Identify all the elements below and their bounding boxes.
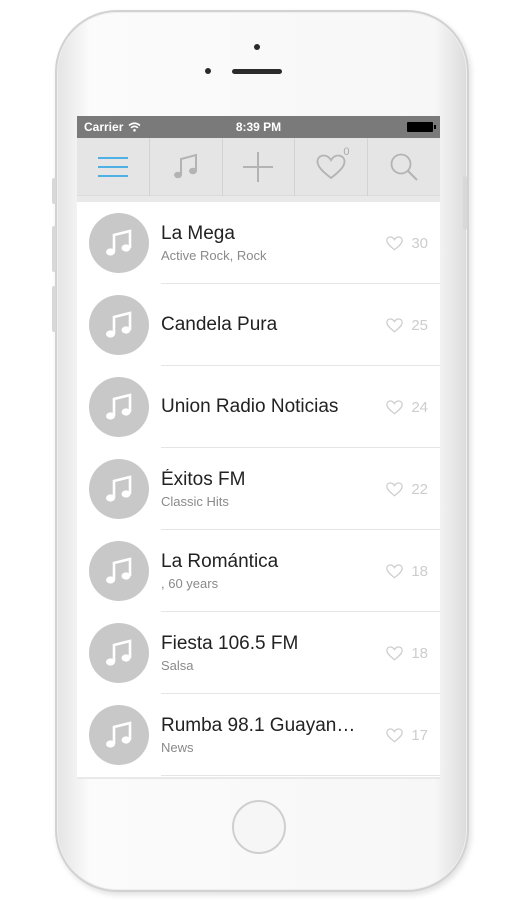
heart-icon [386,563,404,579]
mute-switch [52,178,56,204]
like-button[interactable]: 18 [362,645,440,662]
station-row[interactable]: Rumba 98.1 Guayana... News 17 [77,694,440,776]
music-note-icon [106,721,132,748]
station-artwork [89,213,149,273]
music-note-icon [106,393,132,420]
like-count: 25 [411,316,428,334]
station-name: Union Radio Noticias [161,396,339,417]
like-button[interactable]: 18 [362,563,440,580]
station-info: Fiesta 106.5 FM Salsa [161,633,362,673]
heart-icon [386,645,404,661]
like-count: 18 [411,644,428,662]
station-row[interactable]: Éxitos FM Classic Hits 22 [77,448,440,530]
like-button[interactable]: 22 [362,481,440,498]
earpiece-speaker [232,69,282,74]
power-button [463,176,467,230]
station-artwork [89,705,149,765]
like-button[interactable]: 25 [362,317,440,334]
station-name: Fiesta 106.5 FM [161,633,299,654]
heart-icon [386,399,404,415]
search-icon [390,153,418,181]
heart-icon [386,481,404,497]
stations-tab-button[interactable] [150,137,223,196]
like-count: 18 [411,562,428,580]
station-row[interactable]: Union Radio Noticias 24 [77,366,440,448]
music-note-icon [106,639,132,666]
station-genre: Active Rock, Rock [161,248,267,263]
music-note-icon [106,229,132,256]
favorites-button[interactable]: 0 [295,137,369,196]
home-button[interactable] [232,800,286,854]
station-genre: Classic Hits [161,494,229,509]
proximity-sensor [254,44,260,50]
station-info: Union Radio Noticias [161,396,362,418]
plus-icon [243,151,274,182]
status-bar: Carrier 8:39 PM [77,116,440,138]
wifi-icon [128,122,141,132]
like-button[interactable]: 17 [362,727,440,744]
menu-button[interactable] [77,137,150,196]
station-name: La Romántica [161,551,279,572]
heart-icon [386,727,404,743]
favorites-count-badge: 0 [343,145,350,158]
station-info: La Mega Active Rock, Rock [161,223,362,263]
music-note-icon [106,475,132,502]
station-row[interactable]: Candela Pura 25 [77,284,440,366]
station-genre: News [161,740,194,755]
heart-icon [316,154,346,179]
station-row[interactable]: La Romántica , 60 years 18 [77,530,440,612]
like-count: 22 [411,480,428,498]
app-screen: Carrier 8:39 PM 0 La Mega Active Rock, R… [77,116,440,779]
front-camera [205,68,211,74]
station-artwork [89,623,149,683]
station-artwork [89,541,149,601]
status-time: 8:39 PM [235,120,282,134]
music-note-icon [173,153,197,178]
station-genre: Salsa [161,658,194,673]
volume-up-button [52,226,56,272]
music-note-icon [106,311,132,338]
station-artwork [89,377,149,437]
menu-icon [97,156,128,177]
station-list: La Mega Active Rock, Rock 30 Candela Pura 25… [77,202,440,777]
station-name: La Mega [161,223,235,244]
toolbar: 0 [77,137,440,196]
add-station-button[interactable] [223,137,296,196]
station-genre: , 60 years [161,576,219,591]
station-name: Éxitos FM [161,469,246,490]
like-button[interactable]: 24 [362,399,440,416]
volume-down-button [52,286,56,332]
like-count: 30 [411,234,428,252]
search-button[interactable] [368,138,440,196]
station-info: La Romántica , 60 years [161,551,362,591]
station-info: Candela Pura [161,314,362,336]
like-count: 24 [411,398,428,416]
heart-icon [386,235,404,251]
carrier-label: Carrier [84,120,124,134]
station-artwork [89,295,149,355]
station-row[interactable]: Fiesta 106.5 FM Salsa 18 [77,612,440,694]
music-note-icon [106,557,132,584]
like-count: 17 [411,726,428,744]
station-name: Candela Pura [161,314,278,335]
station-info: Rumba 98.1 Guayana... News [161,715,362,755]
station-info: Éxitos FM Classic Hits [161,469,362,509]
battery-icon [406,122,436,132]
station-artwork [89,459,149,519]
heart-icon [386,317,404,333]
like-button[interactable]: 30 [362,235,440,252]
station-row[interactable]: La Mega Active Rock, Rock 30 [77,202,440,284]
station-name: Rumba 98.1 Guayana... [161,715,361,736]
